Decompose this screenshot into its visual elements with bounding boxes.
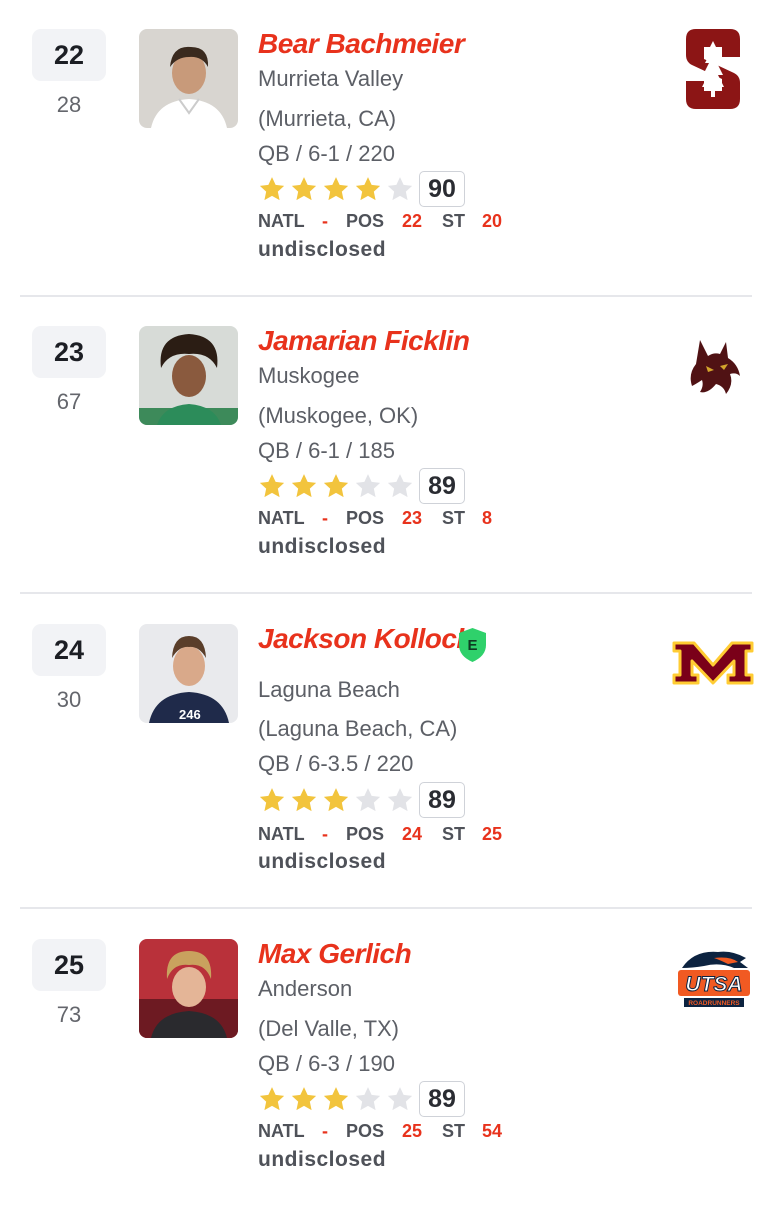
pos-label: POS xyxy=(346,824,385,844)
elite-badge[interactable]: E xyxy=(457,627,488,663)
rank-badge: 24 xyxy=(32,624,106,676)
position-height-weight: QB / 6-1 / 220 xyxy=(258,141,395,166)
star-filled-icon xyxy=(291,474,317,498)
previous-rank: 67 xyxy=(56,389,82,414)
player-photo[interactable] xyxy=(139,939,238,1038)
svg-text:246: 246 xyxy=(179,707,201,722)
star-filled-icon xyxy=(323,1087,349,1111)
texas-state-bobcat-logo[interactable] xyxy=(686,336,742,396)
player-row[interactable]: 24 30 246 Jackson Kollock Laguna Beach (… xyxy=(0,595,759,892)
player-name[interactable]: Jamarian Ficklin xyxy=(258,325,470,357)
rating-score: 89 xyxy=(419,782,465,818)
hometown: (Del Valle, TX) xyxy=(258,1016,400,1041)
star-filled-icon xyxy=(355,177,381,201)
star-rating: 89 xyxy=(258,467,465,505)
rank-badge: 22 xyxy=(32,29,106,81)
natl-label: NATL xyxy=(258,824,305,844)
player-row[interactable]: 22 28 Bear Bachmeier Murrieta Valley (Mu… xyxy=(0,0,759,297)
star-filled-icon xyxy=(259,1087,285,1111)
rank-badge: 25 xyxy=(32,939,106,991)
position-height-weight: QB / 6-3.5 / 220 xyxy=(258,751,414,776)
star-filled-icon xyxy=(291,1087,317,1111)
star-filled-icon xyxy=(323,474,349,498)
st-value: 8 xyxy=(482,508,493,528)
rating-score: 90 xyxy=(419,171,465,207)
player-photo[interactable] xyxy=(139,326,238,425)
star-filled-icon xyxy=(323,177,349,201)
hometown: (Muskogee, OK) xyxy=(258,403,419,428)
hometown: (Laguna Beach, CA) xyxy=(258,716,458,741)
pos-label: POS xyxy=(346,1121,385,1141)
hometown: (Murrieta, CA) xyxy=(258,106,397,131)
star-empty-icon xyxy=(355,1087,381,1111)
high-school[interactable]: Laguna Beach xyxy=(258,677,400,703)
player-row[interactable]: 23 67 Jamarian Ficklin Muskogee (Muskoge… xyxy=(0,297,759,594)
star-filled-icon xyxy=(291,177,317,201)
svg-text:UTSA: UTSA xyxy=(685,973,742,996)
minnesota-logo[interactable] xyxy=(672,639,754,687)
pos-value: 22 xyxy=(402,211,423,231)
natl-label: NATL xyxy=(258,508,305,528)
player-name[interactable]: Bear Bachmeier xyxy=(258,28,465,60)
st-label: ST xyxy=(442,508,466,528)
rating-score: 89 xyxy=(419,468,465,504)
star-empty-icon xyxy=(387,788,413,812)
pos-label: POS xyxy=(346,508,385,528)
natl-label: NATL xyxy=(258,1121,305,1141)
natl-value: - xyxy=(322,211,328,231)
pos-value: 23 xyxy=(402,508,423,528)
natl-label: NATL xyxy=(258,211,305,231)
commitment-status: undisclosed xyxy=(258,535,387,558)
natl-value: - xyxy=(322,824,328,844)
position-height-weight: QB / 6-1 / 185 xyxy=(258,438,395,463)
star-filled-icon xyxy=(323,788,349,812)
star-rating: 89 xyxy=(258,1080,465,1118)
row-divider xyxy=(20,592,752,594)
high-school[interactable]: Muskogee xyxy=(258,363,360,389)
svg-text:E: E xyxy=(467,637,477,654)
st-label: ST xyxy=(442,824,466,844)
st-value: 25 xyxy=(482,824,503,844)
player-name[interactable]: Max Gerlich xyxy=(258,938,412,970)
star-rating: 89 xyxy=(258,781,465,819)
player-photo[interactable] xyxy=(139,29,238,128)
stanford-logo[interactable] xyxy=(686,29,740,109)
star-filled-icon xyxy=(291,788,317,812)
commitment-status: undisclosed xyxy=(258,850,387,873)
high-school[interactable]: Murrieta Valley xyxy=(258,66,403,92)
position-height-weight: QB / 6-3 / 190 xyxy=(258,1051,395,1076)
commitment-status: undisclosed xyxy=(258,238,387,261)
star-empty-icon xyxy=(355,788,381,812)
star-empty-icon xyxy=(387,1087,413,1111)
star-rating: 90 xyxy=(258,170,465,208)
high-school[interactable]: Anderson xyxy=(258,976,352,1002)
natl-value: - xyxy=(322,508,328,528)
previous-rank: 30 xyxy=(56,687,82,712)
natl-value: - xyxy=(322,1121,328,1141)
svg-text:ROADRUNNERS: ROADRUNNERS xyxy=(688,1000,740,1007)
player-photo[interactable]: 246 xyxy=(139,624,238,723)
st-value: 54 xyxy=(482,1121,503,1141)
st-label: ST xyxy=(442,211,466,231)
player-row[interactable]: 25 73 Max Gerlich Anderson (Del Valle, T… xyxy=(0,910,759,1207)
commitment-status: undisclosed xyxy=(258,1148,387,1171)
utsa-roadrunners-logo[interactable]: UTSA ROADRUNNERS xyxy=(674,946,754,1010)
st-value: 20 xyxy=(482,211,503,231)
row-divider xyxy=(20,907,752,909)
pos-label: POS xyxy=(346,211,385,231)
rating-score: 89 xyxy=(419,1081,465,1117)
star-empty-icon xyxy=(355,474,381,498)
pos-value: 25 xyxy=(402,1121,423,1141)
previous-rank: 73 xyxy=(56,1002,82,1027)
star-filled-icon xyxy=(259,177,285,201)
player-name[interactable]: Jackson Kollock xyxy=(258,623,472,655)
star-empty-icon xyxy=(387,177,413,201)
pos-value: 24 xyxy=(402,824,423,844)
star-empty-icon xyxy=(387,474,413,498)
star-filled-icon xyxy=(259,474,285,498)
rank-badge: 23 xyxy=(32,326,106,378)
star-filled-icon xyxy=(259,788,285,812)
previous-rank: 28 xyxy=(56,92,82,117)
st-label: ST xyxy=(442,1121,466,1141)
